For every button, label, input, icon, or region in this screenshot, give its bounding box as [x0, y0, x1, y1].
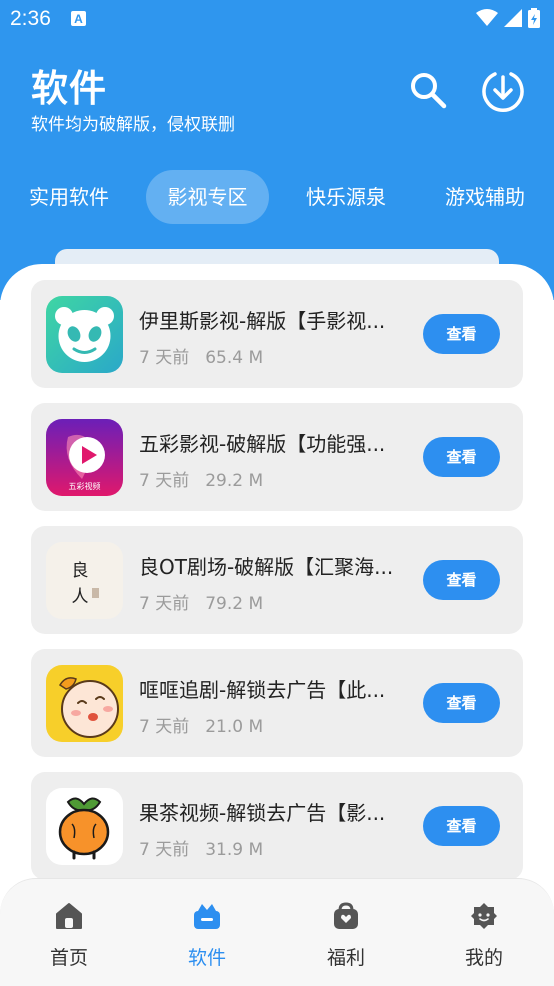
view-button[interactable]: 查看 — [423, 314, 500, 354]
view-button[interactable]: 查看 — [423, 437, 500, 477]
tab-film-zone[interactable]: 影视专区 — [146, 170, 269, 224]
status-time: 2:36 — [10, 7, 51, 30]
nav-label-home: 首页 — [49, 947, 88, 969]
nav-item-home[interactable]: 首页 — [19, 879, 119, 986]
profile-icon — [471, 903, 497, 929]
nav-item-software[interactable]: 软件 — [157, 879, 257, 986]
nav-item-welfare[interactable]: 福利 — [296, 879, 396, 986]
view-button[interactable]: 查看 — [423, 806, 500, 846]
play-app-icon: 五彩视频 — [46, 419, 123, 496]
app-name: 哐哐追剧-解锁去广告【此... — [139, 678, 386, 702]
app-size: 79.2 M — [205, 594, 264, 614]
gift-bag-icon — [334, 902, 358, 929]
app-meta: 7 天前 31.9 M — [139, 835, 263, 860]
battery-icon — [528, 8, 540, 28]
app-size: 29.2 M — [205, 471, 264, 491]
view-button[interactable]: 查看 — [423, 683, 500, 723]
tab-fun-source[interactable]: 快乐源泉 — [291, 170, 401, 224]
app-card[interactable]: 哐哐追剧-解锁去广告【此... 7 天前 21.0 M 查看 — [31, 649, 523, 757]
category-tabs: 实用软件 影视专区 快乐源泉 游戏辅助 — [0, 170, 554, 224]
app-meta: 7 天前 29.2 M — [139, 466, 263, 491]
app-size: 31.9 M — [205, 840, 264, 860]
app-update-time: 7 天前 — [139, 594, 190, 614]
app-card[interactable]: 良 人 良OT剧场-破解版【汇聚海... 7 天前 79.2 M 查看 — [31, 526, 523, 634]
search-button[interactable] — [408, 70, 448, 110]
app-meta: 7 天前 79.2 M — [139, 589, 263, 614]
page-title: 软件 — [31, 67, 107, 110]
signal-icon — [504, 9, 522, 27]
app-card[interactable]: 五彩视频 五彩影视-破解版【功能强... 7 天前 29.2 M 查看 — [31, 403, 523, 511]
download-button[interactable] — [481, 69, 525, 113]
view-button[interactable]: 查看 — [423, 560, 500, 600]
software-icon — [194, 904, 220, 929]
tab-game-assist[interactable]: 游戏辅助 — [430, 170, 540, 224]
nav-label-mine: 我的 — [464, 947, 503, 969]
app-update-time: 7 天前 — [139, 471, 190, 491]
app-name: 果茶视频-解锁去广告【影... — [139, 801, 386, 825]
search-icon — [411, 73, 447, 109]
status-icons — [476, 8, 540, 28]
cartoon-face-app-icon — [46, 665, 123, 742]
page-subtitle: 软件均为破解版，侵权联删 — [31, 115, 235, 135]
app-name: 五彩影视-破解版【功能强... — [139, 432, 386, 456]
bottom-nav: 首页 软件 福利 我的 — [0, 878, 554, 986]
nav-item-mine[interactable]: 我的 — [434, 879, 534, 986]
app-size: 21.0 M — [205, 717, 264, 737]
calligraphy-char-top: 良 — [72, 561, 89, 581]
status-bar: 2:36 A — [0, 0, 554, 38]
app-name: 伊里斯影视-解版【手影视... — [139, 309, 386, 333]
app-meta: 7 天前 65.4 M — [139, 343, 263, 368]
tab-practical-software[interactable]: 实用软件 — [14, 170, 124, 224]
notification-icon: A — [71, 11, 86, 26]
nav-label-welfare: 福利 — [326, 947, 365, 969]
app-update-time: 7 天前 — [139, 717, 190, 737]
home-icon — [56, 903, 82, 929]
app-update-time: 7 天前 — [139, 840, 190, 860]
nav-label-software: 软件 — [187, 947, 226, 969]
download-icon — [482, 72, 524, 112]
panda-app-icon — [46, 296, 123, 373]
calligraphy-char-bottom: 人 — [72, 587, 89, 607]
play-app-icon-label: 五彩视频 — [69, 481, 101, 491]
app-name: 良OT剧场-破解版【汇聚海... — [139, 555, 394, 579]
app-card[interactable]: 果茶视频-解锁去广告【影... 7 天前 31.9 M 查看 — [31, 772, 523, 880]
app-card[interactable]: 伊里斯影视-解版【手影视... 7 天前 65.4 M 查看 — [31, 280, 523, 388]
app-meta: 7 天前 21.0 M — [139, 712, 263, 737]
app-size: 65.4 M — [205, 348, 264, 368]
calligraphy-app-icon: 良 人 — [46, 542, 123, 619]
wifi-icon — [476, 9, 498, 26]
fruit-app-icon — [46, 788, 123, 865]
app-update-time: 7 天前 — [139, 348, 190, 368]
